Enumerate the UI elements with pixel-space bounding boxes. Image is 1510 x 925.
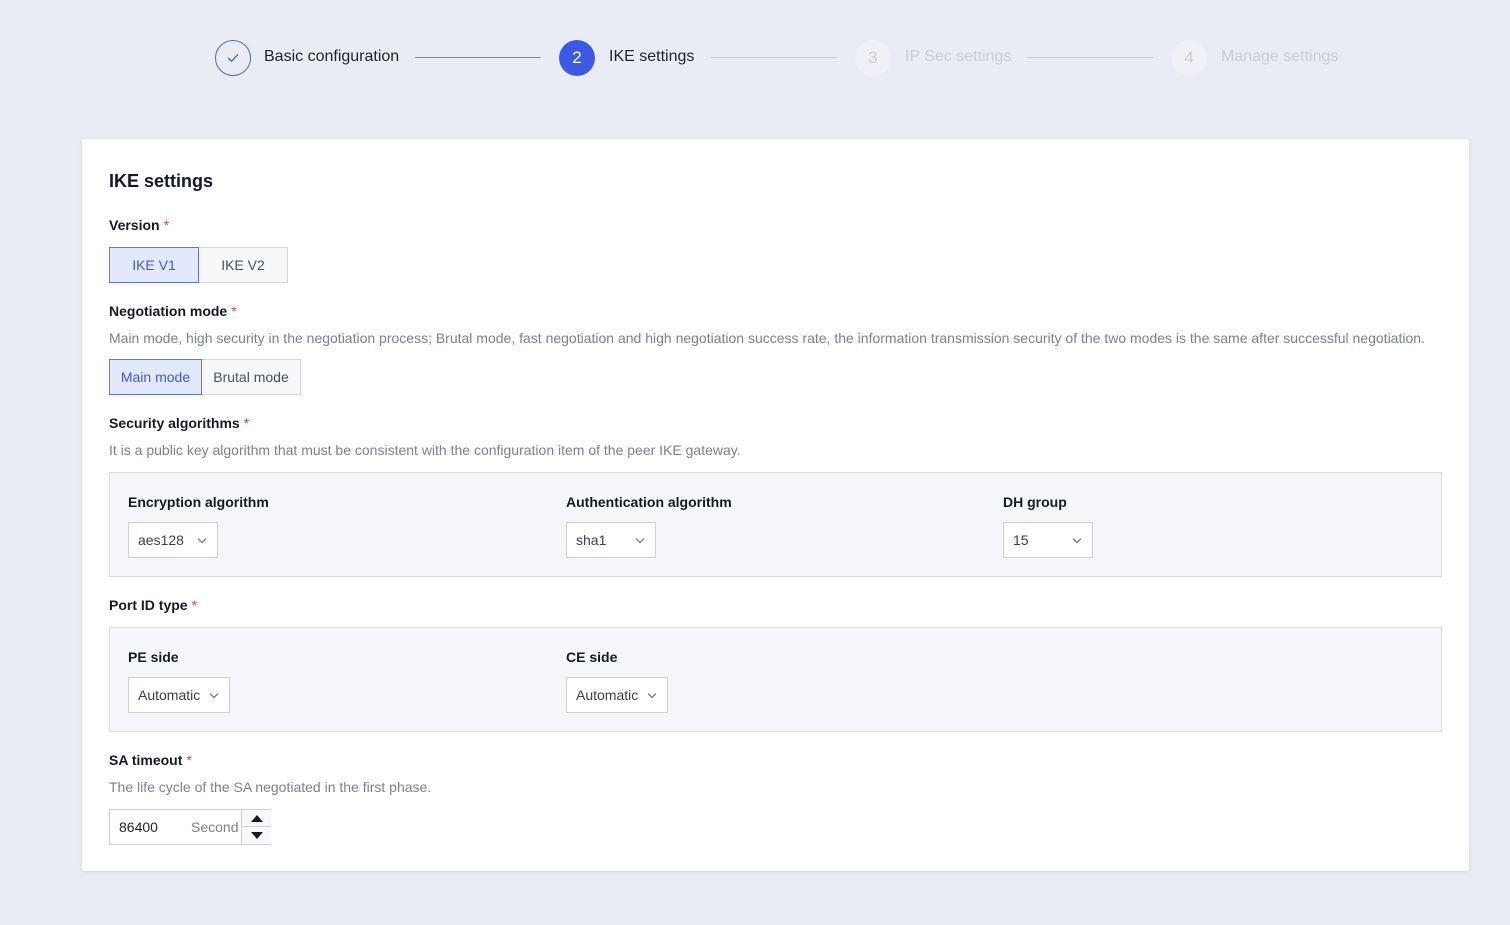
progress-stepper: Basic configuration 2 IKE settings 3 IP … xyxy=(0,0,1510,115)
authentication-algorithm-label: Authentication algorithm xyxy=(566,494,732,510)
sa-timeout-number-input[interactable]: 86400 Second xyxy=(109,809,271,845)
version-label-text: Version xyxy=(109,217,160,233)
required-mark: * xyxy=(243,415,250,431)
page-title: IKE settings xyxy=(109,171,214,191)
pe-side-value: Automatic xyxy=(138,687,201,703)
ce-side-select[interactable]: Automatic xyxy=(566,677,668,713)
encryption-algorithm-select[interactable]: aes128 xyxy=(128,522,218,558)
step-3-label[interactable]: IP Sec settings xyxy=(905,47,1011,67)
required-mark: * xyxy=(191,597,198,613)
step-4-circle[interactable]: 4 xyxy=(1171,40,1207,76)
chevron-down-icon xyxy=(197,534,207,544)
authentication-algorithm-select[interactable]: sha1 xyxy=(566,522,656,558)
pe-side-select[interactable]: Automatic xyxy=(128,677,230,713)
version-segmented-control: IKE V1 IKE V2 xyxy=(109,247,288,283)
ce-side-value: Automatic xyxy=(576,687,639,703)
negotiation-option-main-mode[interactable]: Main mode xyxy=(109,359,202,395)
required-mark: * xyxy=(186,752,192,768)
chevron-down-icon xyxy=(647,689,657,699)
step-3-circle[interactable]: 3 xyxy=(855,40,891,76)
version-option-ike-v2[interactable]: IKE V2 xyxy=(198,247,288,283)
dh-group-label: DH group xyxy=(1003,494,1067,510)
chevron-down-icon xyxy=(1072,534,1082,544)
dh-group-value: 15 xyxy=(1013,532,1029,548)
step-1-circle[interactable] xyxy=(215,40,251,76)
decrement-button[interactable] xyxy=(241,827,271,844)
step-connector-2 xyxy=(711,57,837,58)
security-algorithms-label-text: Security algorithms xyxy=(109,415,240,431)
negotiation-mode-segmented-control: Main mode Brutal mode xyxy=(109,359,301,395)
dh-group-select[interactable]: 15 xyxy=(1003,522,1093,558)
sa-timeout-hint: The life cycle of the SA negotiated in t… xyxy=(109,779,432,795)
step-2-circle[interactable]: 2 xyxy=(559,40,595,76)
negotiation-mode-label-text: Negotiation mode xyxy=(109,303,228,319)
step-2-label[interactable]: IKE settings xyxy=(609,47,694,67)
step-connector-3 xyxy=(1027,57,1153,58)
security-algorithms-group: Encryption algorithm aes128 Authenticati… xyxy=(109,472,1442,577)
version-field-label: Version * xyxy=(109,217,169,233)
port-id-type-label-text: Port ID type xyxy=(109,597,188,613)
check-icon xyxy=(227,54,239,62)
sa-timeout-label-text: SA timeout xyxy=(109,752,183,768)
security-algorithms-hint: It is a public key algorithm that must b… xyxy=(109,442,741,458)
ce-side-label: CE side xyxy=(566,649,618,665)
encryption-algorithm-value: aes128 xyxy=(138,532,184,548)
negotiation-option-brutal-mode[interactable]: Brutal mode xyxy=(201,359,301,395)
required-mark: * xyxy=(231,303,237,319)
sa-timeout-unit: Second xyxy=(191,819,239,835)
caret-down-icon xyxy=(250,832,263,839)
sa-timeout-field-label: SA timeout * xyxy=(109,752,192,768)
encryption-algorithm-label: Encryption algorithm xyxy=(128,494,269,510)
pe-side-label: PE side xyxy=(128,649,179,665)
step-connector-1 xyxy=(415,57,541,58)
port-id-type-field-label: Port ID type * xyxy=(109,597,197,613)
version-option-ike-v1[interactable]: IKE V1 xyxy=(109,247,199,283)
ike-settings-card: IKE settings Version * IKE V1 IKE V2 Nego… xyxy=(82,139,1469,871)
negotiation-mode-field-label: Negotiation mode * xyxy=(109,303,237,319)
security-algorithms-field-label: Security algorithms * xyxy=(109,415,249,431)
negotiation-mode-hint: Main mode, high security in the negotiat… xyxy=(109,330,1425,346)
chevron-down-icon xyxy=(209,689,219,699)
port-id-type-group: PE side Automatic CE side Automatic xyxy=(109,627,1442,732)
sa-timeout-value[interactable]: 86400 xyxy=(119,819,158,835)
caret-up-icon xyxy=(250,814,263,822)
chevron-down-icon xyxy=(635,534,645,544)
authentication-algorithm-value: sha1 xyxy=(576,532,607,548)
increment-button[interactable] xyxy=(241,810,271,827)
step-1-label[interactable]: Basic configuration xyxy=(264,47,399,67)
required-mark: * xyxy=(163,217,170,233)
step-4-label[interactable]: Manage settings xyxy=(1221,47,1338,67)
